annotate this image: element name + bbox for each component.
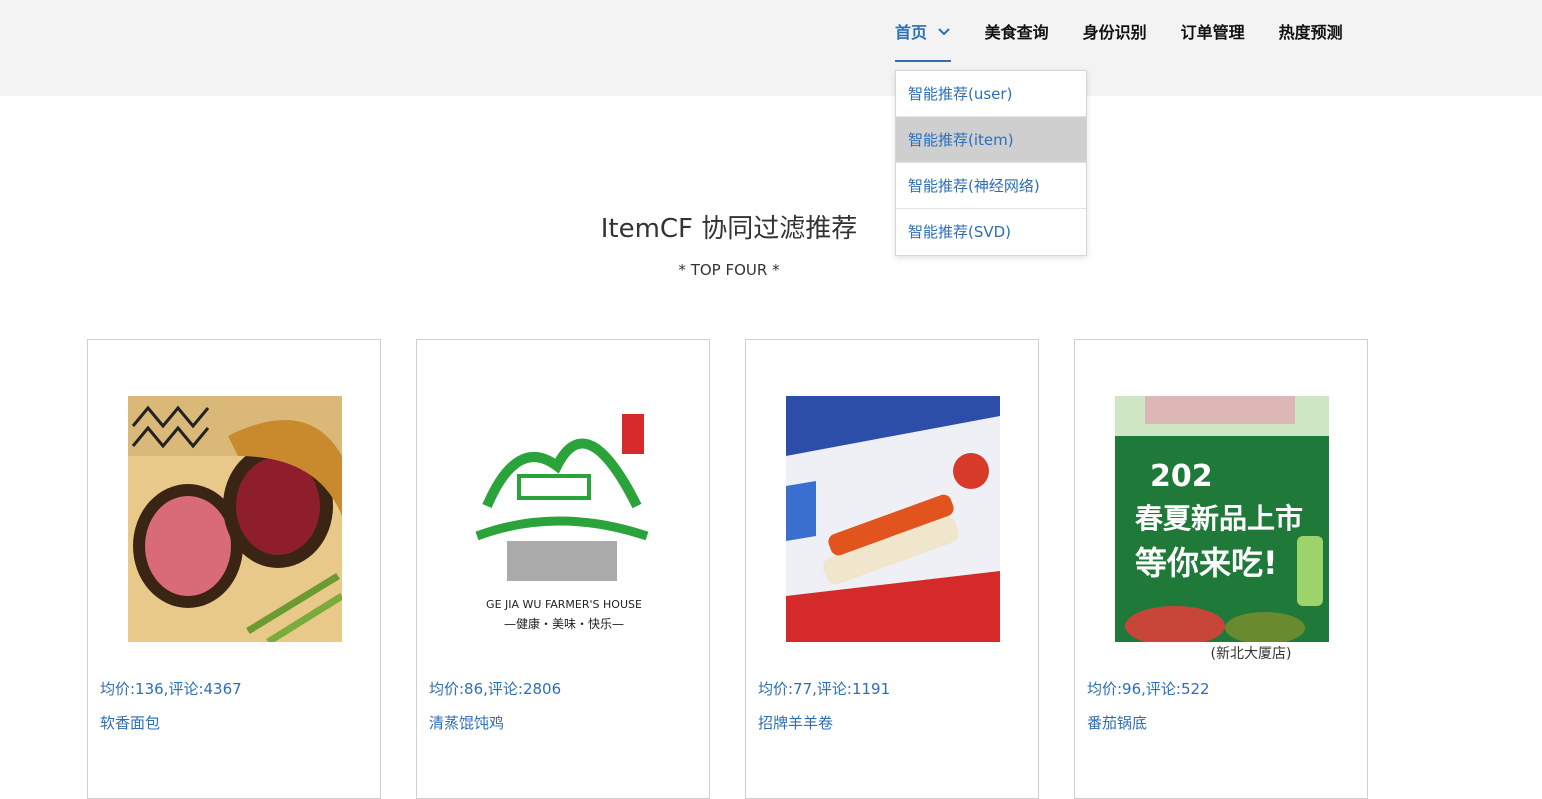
food-image[interactable]: [128, 396, 342, 642]
dish-link[interactable]: 软香面包: [100, 712, 160, 733]
image-caption-cn: —健康・美味・快乐—: [504, 616, 624, 631]
recommendation-card: GE JIA WU FARMER'S HOUSE —健康・美味・快乐— 均价:8…: [416, 339, 710, 799]
nav-home[interactable]: 首页: [895, 0, 951, 64]
menu-item-rec-item[interactable]: 智能推荐(item): [896, 117, 1086, 163]
image-caption-line1: 202: [1150, 459, 1213, 494]
food-image[interactable]: GE JIA WU FARMER'S HOUSE —健康・美味・快乐—: [457, 396, 671, 642]
menu-item-rec-user[interactable]: 智能推荐(user): [896, 71, 1086, 117]
image-caption-en: GE JIA WU FARMER'S HOUSE: [486, 598, 642, 611]
image-caption-line2: 春夏新品上市: [1135, 502, 1303, 535]
page-subtitle: * TOP FOUR *: [678, 261, 780, 279]
main-nav: 首页 美食查询 身份识别 订单管理 热度预测: [895, 0, 1377, 64]
recommendation-card: 202 春夏新品上市 等你来吃! (新北大厦店) 均价:96,评论:522 番茄…: [1074, 339, 1368, 799]
nav-food-search[interactable]: 美食查询: [985, 0, 1049, 64]
dish-link[interactable]: 招牌羊羊卷: [758, 712, 833, 733]
nav-heat-forecast[interactable]: 热度预测: [1279, 0, 1343, 64]
card-stats: 均价:86,评论:2806: [429, 680, 562, 698]
recommendation-card: 均价:136,评论:4367 软香面包: [87, 339, 381, 799]
recommendation-card: 均价:77,评论:1191 招牌羊羊卷: [745, 339, 1039, 799]
dish-link[interactable]: 番茄锅底: [1087, 712, 1147, 733]
card-stats: 均价:136,评论:4367: [100, 680, 242, 698]
image-caption-line3: 等你来吃!: [1135, 544, 1278, 582]
dish-link[interactable]: 清蒸馄饨鸡: [429, 712, 504, 733]
shop-name: (新北大厦店): [1210, 646, 1292, 662]
chevron-down-icon: [937, 27, 950, 35]
nav-home-label: 首页: [895, 23, 928, 42]
card-stats: 均价:77,评论:1191: [758, 680, 891, 698]
nav-orders[interactable]: 订单管理: [1181, 0, 1245, 64]
menu-item-rec-neural[interactable]: 智能推荐(神经网络): [896, 163, 1086, 209]
nav-identity[interactable]: 身份识别: [1083, 0, 1147, 64]
food-image[interactable]: [786, 396, 1000, 642]
page-title: ItemCF 协同过滤推荐: [600, 214, 858, 244]
food-image[interactable]: 202 春夏新品上市 等你来吃!: [1115, 396, 1329, 642]
card-stats: 均价:96,评论:522: [1087, 680, 1210, 698]
